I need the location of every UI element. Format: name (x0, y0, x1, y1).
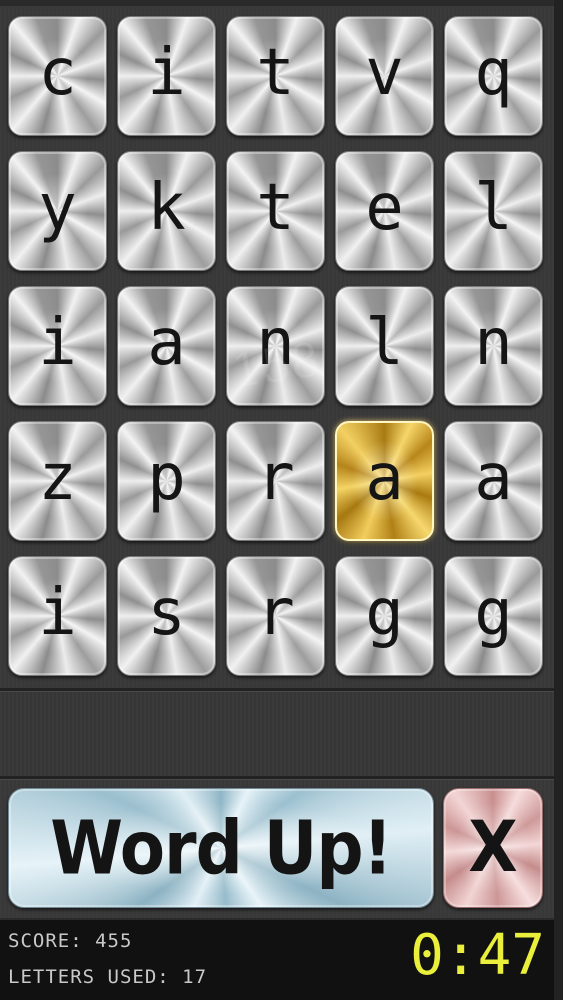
tile-letter: q (474, 36, 513, 110)
letter-tile[interactable]: e (335, 151, 434, 271)
letters-used-display: LETTERS USED: 17 (8, 966, 208, 988)
tile-letter: g (474, 576, 513, 650)
tile-letter: t (256, 36, 295, 110)
letter-tile[interactable]: p (117, 421, 216, 541)
letter-tile[interactable]: q (444, 16, 543, 136)
tile-letter: t (256, 171, 295, 245)
tile-letter: i (147, 36, 186, 110)
word-up-button[interactable]: Word Up! (8, 788, 434, 908)
letter-tile[interactable]: y (8, 151, 107, 271)
word-up-label: Word Up! (50, 804, 392, 892)
letter-tile-selected[interactable]: a (335, 421, 434, 541)
letter-tile[interactable]: g (335, 556, 434, 676)
letter-tile[interactable]: r (226, 421, 325, 541)
letter-tile[interactable]: i (8, 286, 107, 406)
current-word-area (0, 692, 554, 776)
tile-letter: a (365, 441, 404, 515)
letter-tile[interactable]: k (117, 151, 216, 271)
tile-letter: l (474, 171, 513, 245)
tile-letter: l (365, 306, 404, 380)
top-strip (0, 0, 563, 6)
right-edge (554, 0, 563, 1000)
letter-tile[interactable]: n (444, 286, 543, 406)
tile-letter: r (256, 576, 295, 650)
letter-tile[interactable]: z (8, 421, 107, 541)
clear-button[interactable]: X (443, 788, 543, 908)
letter-tile[interactable]: i (117, 16, 216, 136)
letter-tile[interactable]: a (117, 286, 216, 406)
letter-grid: citvqyktelianlnzpraaisrgg (8, 16, 544, 676)
letter-tile[interactable]: t (226, 16, 325, 136)
clear-x-icon: X (468, 807, 518, 889)
tile-letter: i (38, 576, 77, 650)
tile-letter: k (147, 171, 186, 245)
tile-letter: y (38, 171, 77, 245)
tile-letter: i (38, 306, 77, 380)
letter-tile[interactable]: n (226, 286, 325, 406)
letter-tile[interactable]: s (117, 556, 216, 676)
letter-tile[interactable]: t (226, 151, 325, 271)
countdown-timer: 0:47 (410, 923, 545, 988)
tile-letter: g (365, 576, 404, 650)
score-display: SCORE: 455 (8, 930, 133, 952)
tile-letter: a (474, 441, 513, 515)
tile-letter: r (256, 441, 295, 515)
tile-letter: c (38, 36, 77, 110)
game-screen: citvqyktelianlnzpraaisrgg 158 Word Up! X… (0, 0, 563, 1000)
letter-tile[interactable]: l (335, 286, 434, 406)
letter-tile[interactable]: c (8, 16, 107, 136)
tile-letter: s (147, 576, 186, 650)
tile-letter: n (256, 306, 295, 380)
letter-tile[interactable]: a (444, 421, 543, 541)
tile-letter: z (38, 441, 77, 515)
word-area-bottom-divider (0, 776, 554, 780)
tile-letter: v (365, 36, 404, 110)
letter-tile[interactable]: r (226, 556, 325, 676)
letter-tile[interactable]: v (335, 16, 434, 136)
tile-letter: a (147, 306, 186, 380)
tile-letter: n (474, 306, 513, 380)
letter-tile[interactable]: i (8, 556, 107, 676)
tile-letter: e (365, 171, 404, 245)
letter-tile[interactable]: l (444, 151, 543, 271)
tile-letter: p (147, 441, 186, 515)
letter-tile[interactable]: g (444, 556, 543, 676)
